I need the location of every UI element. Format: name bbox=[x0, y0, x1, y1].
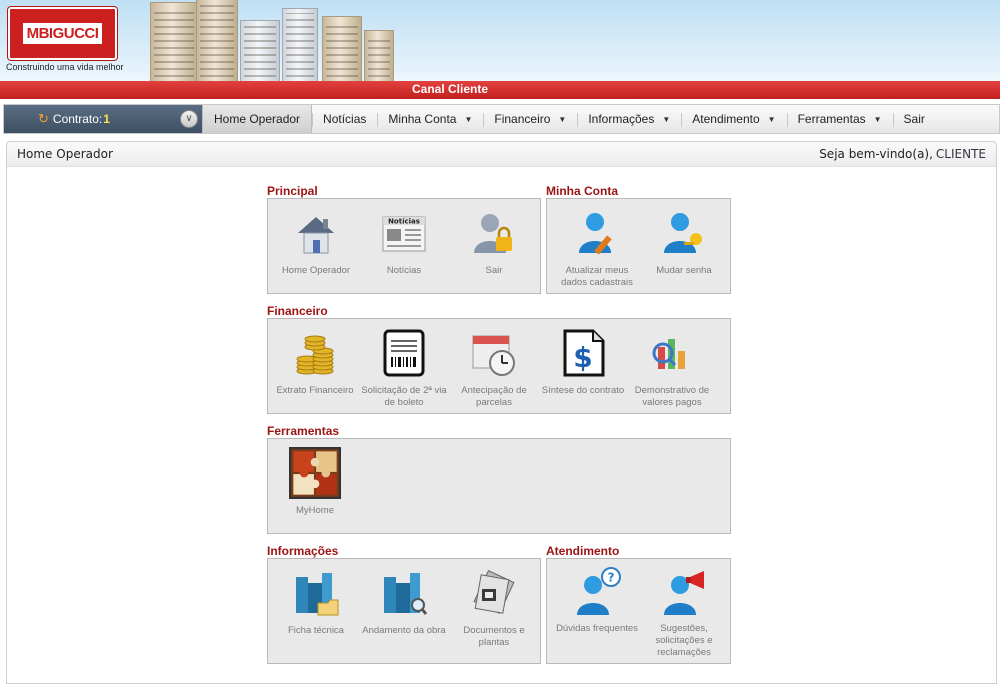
sync-icon: ↻ bbox=[38, 111, 49, 126]
chevron-down-icon[interactable]: ∨ bbox=[180, 110, 198, 128]
caret-down-icon: ▼ bbox=[558, 114, 567, 124]
user-megaphone-icon bbox=[664, 571, 704, 615]
header-banner: MBIGUCCI Construindo uma vida melhor Can… bbox=[0, 0, 1000, 99]
tile-noticias[interactable]: Notícias Notícias bbox=[359, 209, 449, 277]
nav-noticias[interactable]: Notícias bbox=[312, 105, 377, 133]
building-image bbox=[282, 8, 318, 82]
nav-minha-conta[interactable]: Minha Conta ▼ bbox=[377, 105, 483, 133]
section-title-financeiro: Financeiro bbox=[267, 304, 328, 318]
main-nav: ↻ Contrato: 1 ∨ Home Operador Notícias M… bbox=[3, 104, 1000, 134]
svg-text:$: $ bbox=[573, 341, 592, 374]
newspaper-icon: Notícias bbox=[382, 216, 426, 252]
tile-duvidas-frequentes[interactable]: ? Dúvidas frequentes bbox=[552, 567, 642, 635]
tile-sintese-contrato[interactable]: $ Síntese do contrato bbox=[538, 329, 628, 397]
logo-text: MBIGUCCI bbox=[22, 23, 103, 44]
section-financeiro: Extrato Financeiro Solicitação de 2ª via… bbox=[267, 318, 731, 414]
chart-icon bbox=[652, 339, 685, 369]
user-edit-icon bbox=[579, 213, 612, 255]
caret-down-icon: ▼ bbox=[662, 114, 671, 124]
caret-down-icon: ▼ bbox=[767, 114, 776, 124]
dollar-document-icon: $ bbox=[563, 329, 605, 377]
section-title-principal: Principal bbox=[267, 184, 318, 198]
welcome-message: Seja bem-vindo(a), CLIENTE bbox=[819, 147, 986, 161]
section-title-atendimento: Atendimento bbox=[546, 544, 620, 558]
section-title-ferramentas: Ferramentas bbox=[267, 424, 340, 438]
user-key-icon bbox=[664, 213, 702, 253]
caret-down-icon: ▼ bbox=[873, 114, 882, 124]
building-image bbox=[150, 2, 198, 82]
section-atendimento: ? Dúvidas frequentes Sugestões, solicita… bbox=[546, 558, 731, 664]
section-principal: Home Operador Notícias Notícias Sair bbox=[267, 198, 541, 294]
nav-sair[interactable]: Sair bbox=[892, 105, 936, 133]
contract-label: Contrato: bbox=[52, 112, 103, 126]
section-informacoes: Ficha técnica Andamento da obra Document… bbox=[267, 558, 541, 664]
section-title-minha-conta: Minha Conta bbox=[546, 184, 618, 198]
tile-sugestoes-reclamacoes[interactable]: Sugestões, solicitações e reclamações bbox=[639, 567, 729, 659]
house-icon bbox=[298, 217, 334, 254]
nav-informacoes[interactable]: Informações ▼ bbox=[577, 105, 681, 133]
nav-atendimento[interactable]: Atendimento ▼ bbox=[681, 105, 786, 133]
calendar-clock-icon bbox=[472, 335, 515, 376]
building-image bbox=[196, 0, 238, 82]
building-image bbox=[364, 30, 394, 82]
nav-home-operador[interactable]: Home Operador bbox=[202, 105, 313, 133]
tile-andamento-obra[interactable]: Andamento da obra bbox=[359, 569, 449, 637]
user-lock-icon bbox=[474, 214, 512, 253]
tile-myhome[interactable]: MyHome bbox=[270, 447, 360, 517]
section-title-informacoes: Informações bbox=[267, 544, 339, 558]
tile-segunda-via-boleto[interactable]: Solicitação de 2ª via de boleto bbox=[359, 329, 449, 409]
building-search-icon bbox=[384, 573, 428, 615]
contract-number: 1 bbox=[103, 112, 110, 126]
building-folder-icon bbox=[296, 573, 339, 616]
page-title: Home Operador bbox=[17, 147, 113, 161]
tile-antecipacao-parcelas[interactable]: Antecipação de parcelas bbox=[449, 329, 539, 409]
tile-extrato-financeiro[interactable]: Extrato Financeiro bbox=[270, 329, 360, 397]
svg-text:?: ? bbox=[608, 571, 615, 585]
tile-sair[interactable]: Sair bbox=[449, 209, 539, 277]
tile-mudar-senha[interactable]: Mudar senha bbox=[639, 209, 729, 277]
puzzle-icon bbox=[289, 447, 341, 499]
banner-title: Canal Cliente bbox=[412, 82, 489, 96]
contract-selector[interactable]: ↻ Contrato: 1 ∨ bbox=[4, 105, 202, 133]
tile-home-operador[interactable]: Home Operador bbox=[271, 209, 361, 277]
caret-down-icon: ▼ bbox=[464, 114, 473, 124]
tile-documentos-plantas[interactable]: Documentos e plantas bbox=[449, 569, 539, 649]
tile-demonstrativo-valores[interactable]: Demonstrativo de valores pagos bbox=[627, 329, 717, 409]
documents-icon bbox=[473, 570, 515, 614]
section-ferramentas: MyHome bbox=[267, 438, 731, 534]
tile-atualizar-dados[interactable]: Atualizar meus dados cadastrais bbox=[552, 209, 642, 289]
tile-ficha-tecnica[interactable]: Ficha técnica bbox=[271, 569, 361, 637]
page-header: Home Operador Seja bem-vindo(a), CLIENTE bbox=[6, 141, 997, 166]
logo[interactable]: MBIGUCCI bbox=[8, 7, 117, 60]
building-image bbox=[322, 16, 362, 82]
user-name: CLIENTE bbox=[935, 147, 986, 161]
logo-tagline: Construindo uma vida melhor bbox=[6, 62, 124, 72]
newspaper-badge: Notícias bbox=[388, 218, 420, 226]
nav-ferramentas[interactable]: Ferramentas ▼ bbox=[786, 105, 893, 133]
coins-icon bbox=[296, 335, 334, 375]
building-image bbox=[240, 20, 280, 82]
user-question-icon: ? bbox=[577, 567, 621, 615]
barcode-icon bbox=[383, 329, 425, 377]
section-minha-conta: Atualizar meus dados cadastrais Mudar se… bbox=[546, 198, 731, 294]
nav-financeiro[interactable]: Financeiro ▼ bbox=[483, 105, 577, 133]
header-red-bar bbox=[0, 81, 1000, 99]
